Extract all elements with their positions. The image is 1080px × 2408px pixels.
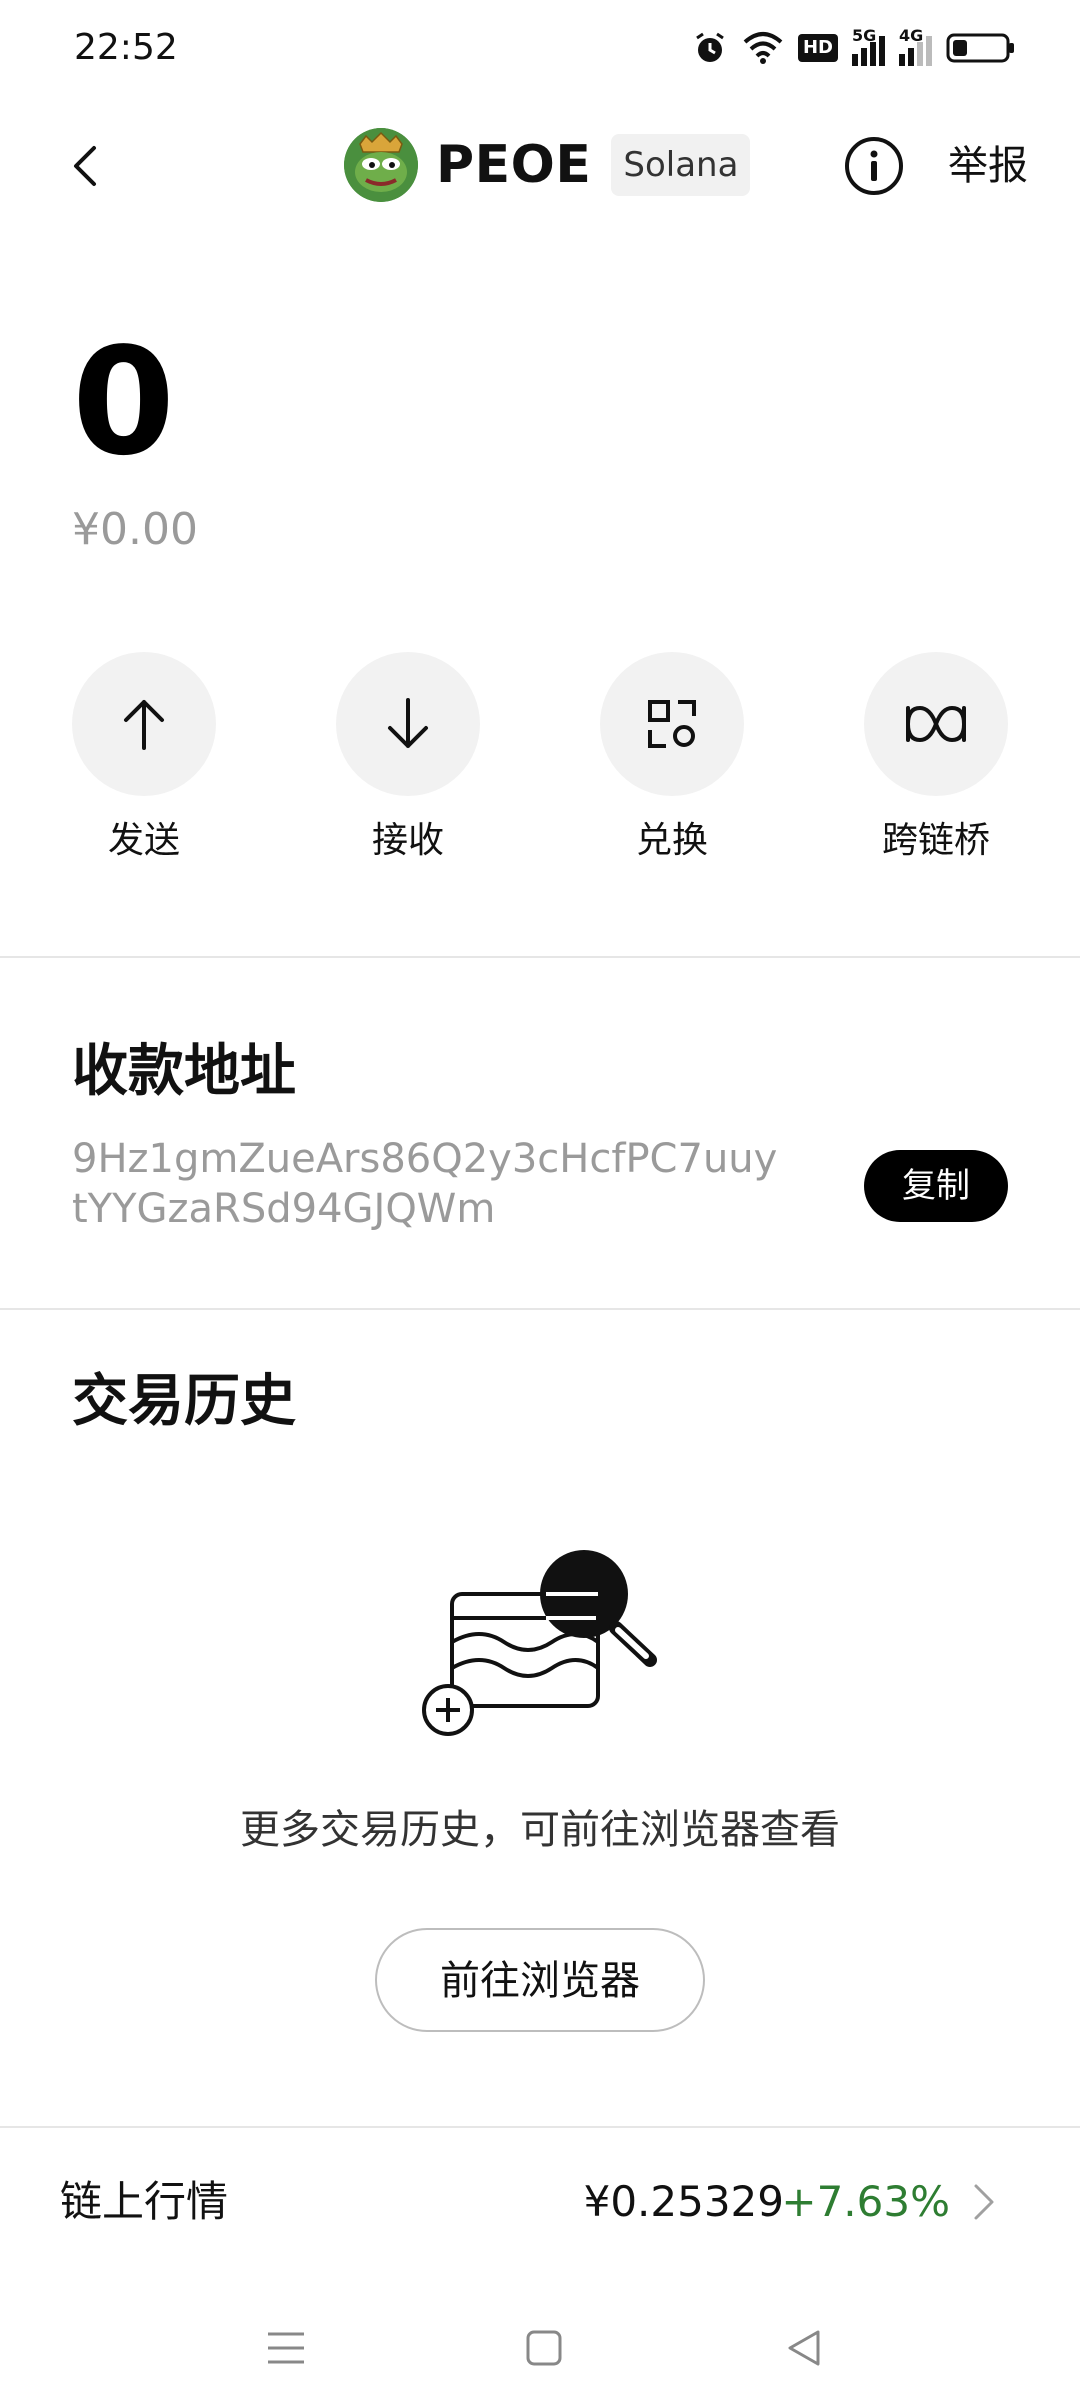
swap-icon [648,700,696,748]
status-bar: 22:52 HD 5G 4G [0,0,1080,96]
frog-logo-icon [344,128,418,202]
divider [0,1308,1080,1310]
home-square-icon [526,2330,562,2366]
bridge-circle[interactable] [864,652,1008,796]
battery-icon [946,33,1014,63]
5g-signal-icon: 5G [852,26,885,66]
arrow-up-icon [124,700,164,750]
bridge-label: 跨链桥 [881,820,990,861]
action-row: 发送 接收 兑换 跨链桥 [0,652,1080,872]
market-label: 链上行情 [60,2177,229,2226]
copy-button[interactable]: 复制 [864,1150,1008,1222]
swap-button[interactable]: 兑换 [582,652,762,866]
back-button[interactable] [54,134,118,198]
back-triangle-icon [788,2330,820,2366]
back-nav-button[interactable] [774,2318,834,2378]
fiat-balance: ¥0.00 [72,504,198,555]
4g-label: 4G [899,26,924,45]
chevron-right-icon [974,2184,994,2220]
wifi-icon [743,32,783,64]
send-button[interactable]: 发送 [54,652,234,866]
receive-button[interactable]: 接收 [318,652,498,866]
bridge-button[interactable]: 跨链桥 [846,652,1026,866]
divider [0,956,1080,958]
header: PEOE Solana 举报 [0,110,1080,220]
token-avatar [344,128,418,202]
empty-history-illustration [422,1550,657,1736]
open-browser-button[interactable]: 前往浏览器 [375,1928,705,2032]
market-row[interactable]: 链上行情 ¥0.25329 +7.63% [0,2128,1080,2278]
alarm-icon [696,32,724,62]
system-nav-bar [0,2288,1080,2408]
receive-label: 接收 [371,820,444,861]
status-time: 22:52 [74,27,178,68]
arrow-down-icon [388,698,428,748]
5g-label: 5G [852,26,877,45]
chain-badge: Solana [611,134,751,196]
empty-history-text: 更多交易历史，可前往浏览器查看 [240,1807,840,1853]
report-button[interactable]: 举报 [948,136,1028,196]
history-title: 交易历史 [72,1369,296,1434]
menu-icon [268,2332,304,2364]
send-label: 发送 [107,820,180,861]
swap-circle[interactable] [600,652,744,796]
status-icons: HD 5G 4G [692,26,1016,70]
token-symbol: PEOE [436,135,592,195]
market-price: ¥0.25329 [583,2177,784,2226]
info-button[interactable] [842,134,906,198]
receive-address-title: 收款地址 [72,1039,296,1104]
chevron-left-icon [74,146,96,186]
token-balance: 0 [72,316,175,488]
market-change: +7.63% [781,2177,950,2226]
bridge-icon [906,705,966,743]
home-nav-button[interactable] [514,2318,574,2378]
hd-icon: HD [797,34,838,62]
token-title: PEOE Solana [344,124,751,206]
receive-circle[interactable] [336,652,480,796]
receive-address: 9Hz1gmZueArs86Q2y3cHcfPC7uuytYYGzaRSd94G… [72,1136,778,1232]
4g-signal-icon: 4G [899,26,932,66]
menu-nav-button[interactable] [256,2318,316,2378]
swap-label: 兑换 [635,820,708,861]
send-circle[interactable] [72,652,216,796]
info-icon [845,137,903,195]
